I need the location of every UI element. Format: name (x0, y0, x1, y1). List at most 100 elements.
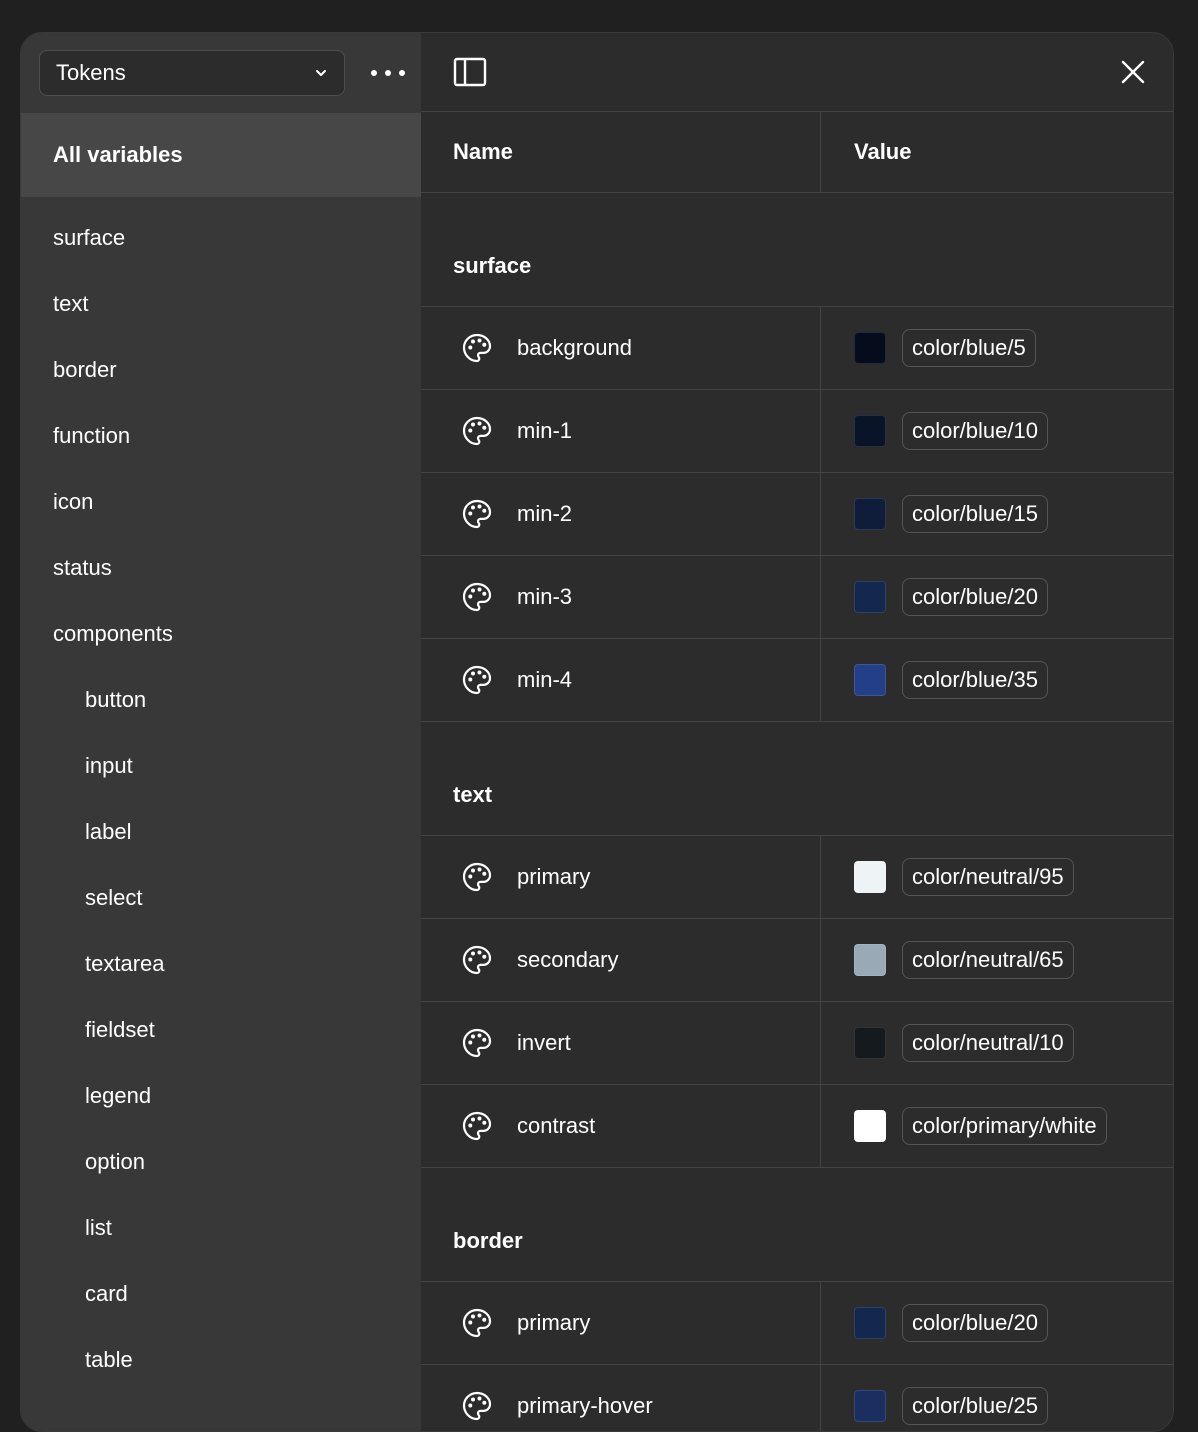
color-variable-icon (462, 862, 492, 892)
table-row[interactable]: invert color/neutral/10 (421, 1002, 1173, 1085)
alias-pill[interactable]: color/blue/35 (902, 661, 1048, 699)
color-variable-icon (462, 499, 492, 529)
sidebar-item-textarea[interactable]: textarea (21, 931, 421, 997)
color-swatch (854, 415, 886, 447)
table-row[interactable]: min-1 color/blue/10 (421, 390, 1173, 473)
variable-name-cell[interactable]: invert (421, 1002, 821, 1084)
sidebar-item-icon[interactable]: icon (21, 469, 421, 535)
variable-name-cell[interactable]: primary (421, 836, 821, 918)
sidebar-item-label[interactable]: label (21, 799, 421, 865)
variable-name-cell[interactable]: contrast (421, 1085, 821, 1167)
color-swatch (854, 1110, 886, 1142)
sidebar-item-status[interactable]: status (21, 535, 421, 601)
color-variable-icon (462, 582, 492, 612)
name-column-header[interactable]: Name (421, 112, 821, 192)
table-row[interactable]: primary color/blue/20 (421, 1282, 1173, 1365)
more-options-button[interactable] (371, 63, 405, 83)
alias-pill[interactable]: color/blue/5 (902, 329, 1036, 367)
variable-name-cell[interactable]: primary-hover (421, 1365, 821, 1431)
group-list: surface text border function icon status compo… (21, 197, 421, 1393)
table-row[interactable]: min-4 color/blue/35 (421, 639, 1173, 722)
variable-name-cell[interactable]: min-1 (421, 390, 821, 472)
alias-pill[interactable]: color/blue/20 (902, 1304, 1048, 1342)
table-row[interactable]: background color/blue/5 (421, 307, 1173, 390)
sidebar-item-list[interactable]: list (21, 1195, 421, 1261)
color-variable-icon (462, 1391, 492, 1421)
toolbar (421, 33, 1173, 112)
sidebar-item-components[interactable]: components (21, 601, 421, 667)
sidebar-item-text[interactable]: text (21, 271, 421, 337)
color-swatch (854, 944, 886, 976)
alias-pill[interactable]: color/neutral/10 (902, 1024, 1074, 1062)
sidebar-item-function[interactable]: function (21, 403, 421, 469)
color-variable-icon (462, 945, 492, 975)
sidebar-item-option[interactable]: option (21, 1129, 421, 1195)
color-swatch (854, 1027, 886, 1059)
variable-name: primary (517, 1310, 591, 1335)
collection-select[interactable]: Tokens (39, 50, 345, 96)
variable-value-cell[interactable]: color/blue/20 (821, 1282, 1173, 1364)
variable-name: background (517, 335, 632, 360)
variable-value-cell[interactable]: color/blue/15 (821, 473, 1173, 555)
variables-window: Tokens All variables surface text border fu… (20, 32, 1174, 1432)
close-icon (1121, 60, 1145, 84)
variable-name-cell[interactable]: secondary (421, 919, 821, 1001)
close-button[interactable] (1121, 60, 1145, 84)
variable-value-cell[interactable]: color/primary/white (821, 1085, 1173, 1167)
variable-value-cell[interactable]: color/blue/20 (821, 556, 1173, 638)
variable-name: primary-hover (517, 1393, 653, 1418)
table-row[interactable]: secondary color/neutral/65 (421, 919, 1173, 1002)
variable-name-cell[interactable]: background (421, 307, 821, 389)
table-row[interactable]: min-2 color/blue/15 (421, 473, 1173, 556)
variable-value-cell[interactable]: color/blue/10 (821, 390, 1173, 472)
color-swatch (854, 861, 886, 893)
alias-pill[interactable]: color/blue/15 (902, 495, 1048, 533)
variable-name: secondary (517, 947, 619, 972)
variable-value-cell[interactable]: color/blue/35 (821, 639, 1173, 721)
table-row[interactable]: contrast color/primary/white (421, 1085, 1173, 1168)
more-dot-icon (385, 70, 391, 76)
alias-pill[interactable]: color/neutral/65 (902, 941, 1074, 979)
sidebar-item-fieldset[interactable]: fieldset (21, 997, 421, 1063)
alias-pill[interactable]: color/primary/white (902, 1107, 1107, 1145)
alias-pill[interactable]: color/blue/10 (902, 412, 1048, 450)
table-row[interactable]: primary color/neutral/95 (421, 836, 1173, 919)
color-swatch (854, 498, 886, 530)
color-swatch (854, 1307, 886, 1339)
variable-value-cell[interactable]: color/neutral/65 (821, 919, 1173, 1001)
variable-name-cell[interactable]: min-2 (421, 473, 821, 555)
color-swatch (854, 332, 886, 364)
table-row[interactable]: primary-hover color/blue/25 (421, 1365, 1173, 1431)
variable-table-body: surface background color/blue/5 min-1 colo… (421, 193, 1173, 1431)
variable-name: invert (517, 1030, 571, 1055)
color-variable-icon (462, 1111, 492, 1141)
sidebar-item-surface[interactable]: surface (21, 205, 421, 271)
toggle-sidebar-button[interactable] (453, 57, 487, 87)
more-dot-icon (399, 70, 405, 76)
variable-name-cell[interactable]: min-4 (421, 639, 821, 721)
color-swatch (854, 581, 886, 613)
variable-name-cell[interactable]: min-3 (421, 556, 821, 638)
color-variable-icon (462, 333, 492, 363)
sidebar-item-input[interactable]: input (21, 733, 421, 799)
sidebar-item-border[interactable]: border (21, 337, 421, 403)
sidebar-item-table[interactable]: table (21, 1327, 421, 1393)
sidebar-item-card[interactable]: card (21, 1261, 421, 1327)
sidebar-item-select[interactable]: select (21, 865, 421, 931)
color-variable-icon (462, 416, 492, 446)
section-title: surface (421, 193, 1173, 307)
variable-value-cell[interactable]: color/blue/25 (821, 1365, 1173, 1431)
sidebar-item-all-variables[interactable]: All variables (21, 113, 421, 197)
color-variable-icon (462, 665, 492, 695)
table-row[interactable]: min-3 color/blue/20 (421, 556, 1173, 639)
variable-name-cell[interactable]: primary (421, 1282, 821, 1364)
alias-pill[interactable]: color/blue/25 (902, 1387, 1048, 1425)
variable-value-cell[interactable]: color/blue/5 (821, 307, 1173, 389)
sidebar-item-legend[interactable]: legend (21, 1063, 421, 1129)
sidebar-item-button[interactable]: button (21, 667, 421, 733)
alias-pill[interactable]: color/neutral/95 (902, 858, 1074, 896)
variable-value-cell[interactable]: color/neutral/95 (821, 836, 1173, 918)
alias-pill[interactable]: color/blue/20 (902, 578, 1048, 616)
value-column-header[interactable]: Value (821, 112, 1173, 192)
variable-value-cell[interactable]: color/neutral/10 (821, 1002, 1173, 1084)
